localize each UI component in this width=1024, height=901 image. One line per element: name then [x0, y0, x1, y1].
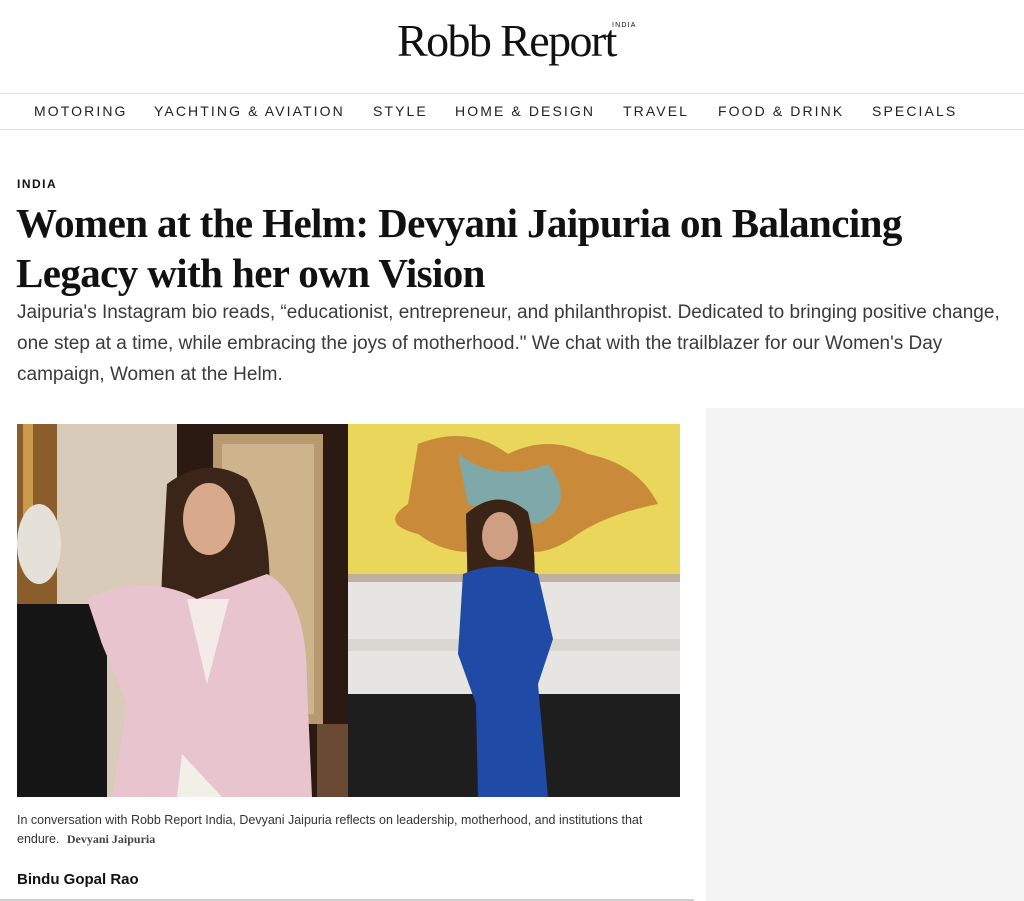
logo-edition: INDIA — [612, 22, 637, 29]
photo-pink-blazer — [17, 424, 348, 797]
nav-item-food-drink[interactable]: FOOD & DRINK — [718, 103, 844, 119]
article-dek: Jaipuria's Instagram bio reads, “educati… — [17, 302, 1000, 385]
nav-item-home-design[interactable]: HOME & DESIGN — [455, 103, 595, 119]
nav-item-style[interactable]: STYLE — [373, 103, 428, 119]
photo-credit: Devyani Jaipuria — [66, 832, 156, 846]
author-name[interactable]: Bindu Gopal Rao — [17, 871, 139, 888]
nav-item-motoring[interactable]: MOTORING — [34, 103, 128, 119]
lead-image — [17, 424, 680, 797]
image-caption: In conversation with Robb Report India, … — [17, 811, 677, 849]
photo-blue-suit — [348, 424, 680, 797]
nav-item-yachting-aviation[interactable]: YACHTING & AVIATION — [154, 103, 345, 119]
logo-wordmark: Robb Report — [397, 15, 617, 66]
nav-item-specials[interactable]: SPECIALS — [872, 103, 957, 119]
nav-item-travel[interactable]: TRAVEL — [623, 103, 689, 119]
article-category[interactable]: INDIA — [17, 177, 57, 191]
article-title: Women at the Helm: Devyani Jaipuria on B… — [16, 200, 902, 296]
main-nav: MOTORING YACHTING & AVIATION STYLE HOME … — [0, 94, 1024, 130]
masthead: Robb Report INDIA — [0, 0, 1024, 94]
site-logo[interactable]: Robb Report INDIA — [397, 14, 647, 72]
sidebar-ad-slot — [706, 408, 1024, 901]
